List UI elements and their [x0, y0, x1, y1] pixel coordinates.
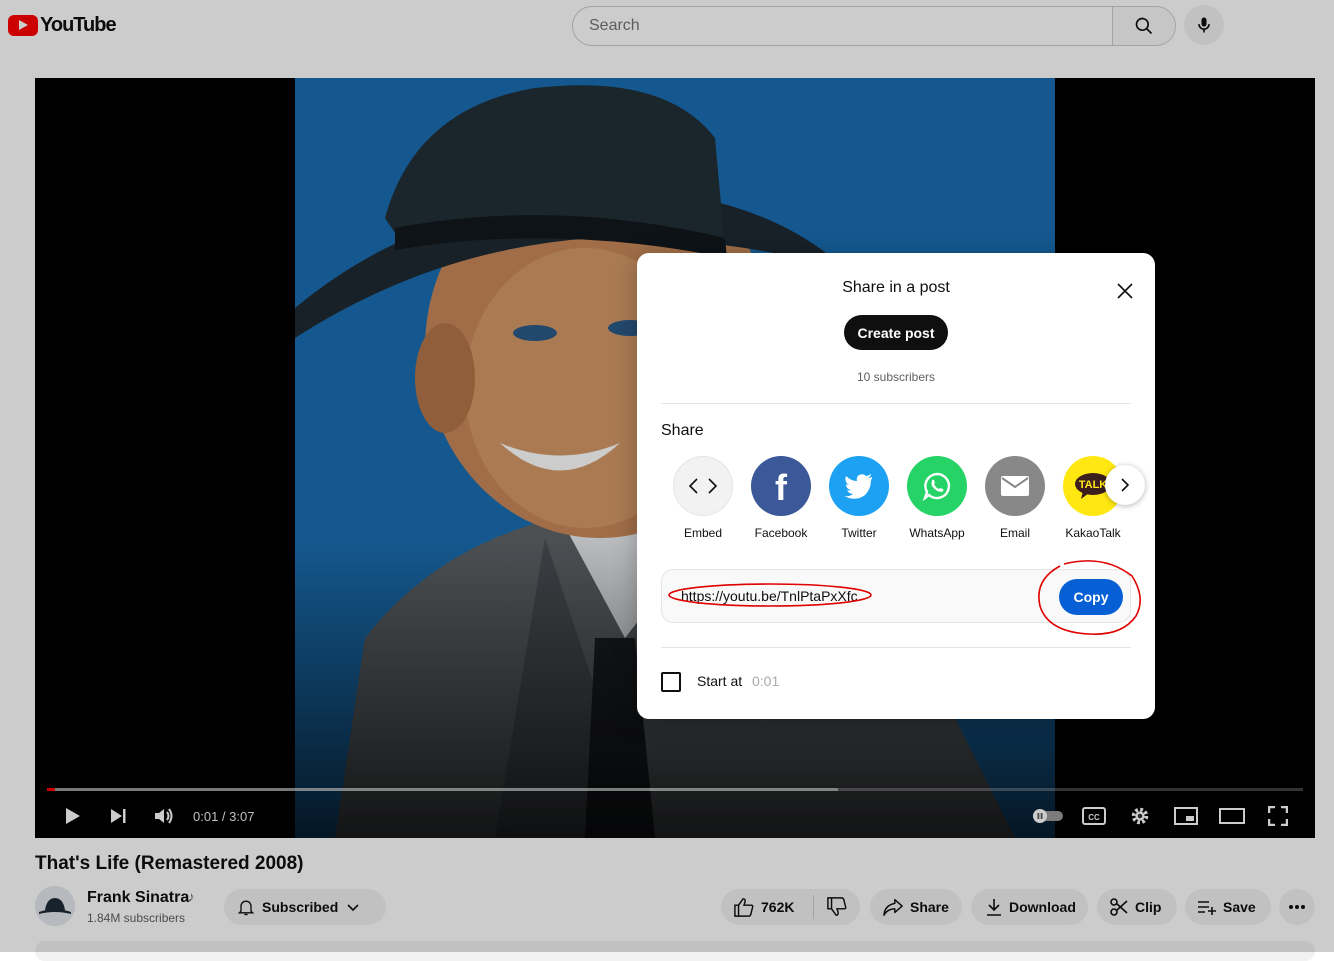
share-url-box: https://youtu.be/TnlPtaPxXfc Copy	[661, 560, 1141, 635]
share-target-label: Twitter	[841, 526, 877, 540]
subscriber-count-note: 10 subscribers	[856, 370, 936, 384]
create-post-button[interactable]: Create post	[844, 315, 948, 350]
share-target-label: KakaoTalk	[1065, 526, 1121, 540]
embed-icon	[673, 456, 733, 516]
whatsapp-icon	[907, 456, 967, 516]
start-at-time-input[interactable]: 0:01	[752, 673, 779, 689]
chevron-right-icon	[1121, 478, 1130, 492]
next-targets-button[interactable]	[1105, 465, 1145, 505]
share-target-label: Facebook	[754, 526, 808, 540]
start-at-checkbox[interactable]	[661, 672, 681, 692]
share-target-email[interactable]: Email	[976, 456, 1054, 540]
share-targets: Embed f Facebook Twitter WhatsApp Email	[664, 456, 1132, 540]
share-target-whatsapp[interactable]: WhatsApp	[898, 456, 976, 540]
share-dialog: Share in a post Create post 10 subscribe…	[637, 253, 1155, 719]
share-target-facebook[interactable]: f Facebook	[742, 456, 820, 540]
divider	[661, 647, 1131, 648]
email-icon	[985, 456, 1045, 516]
copy-annotation-circle	[1038, 560, 1141, 635]
divider	[661, 403, 1131, 404]
share-target-twitter[interactable]: Twitter	[820, 456, 898, 540]
share-target-label: Embed	[683, 526, 723, 540]
facebook-icon: f	[751, 456, 811, 516]
start-at-label: Start at	[697, 673, 743, 689]
share-in-post-heading: Share in a post	[842, 279, 950, 296]
twitter-icon	[829, 456, 889, 516]
svg-text:TALK: TALK	[1079, 479, 1108, 491]
url-annotation-circle	[668, 583, 872, 607]
share-target-label: WhatsApp	[909, 526, 965, 540]
share-heading: Share	[661, 422, 704, 439]
share-target-embed[interactable]: Embed	[664, 456, 742, 540]
share-target-label: Email	[999, 526, 1030, 540]
